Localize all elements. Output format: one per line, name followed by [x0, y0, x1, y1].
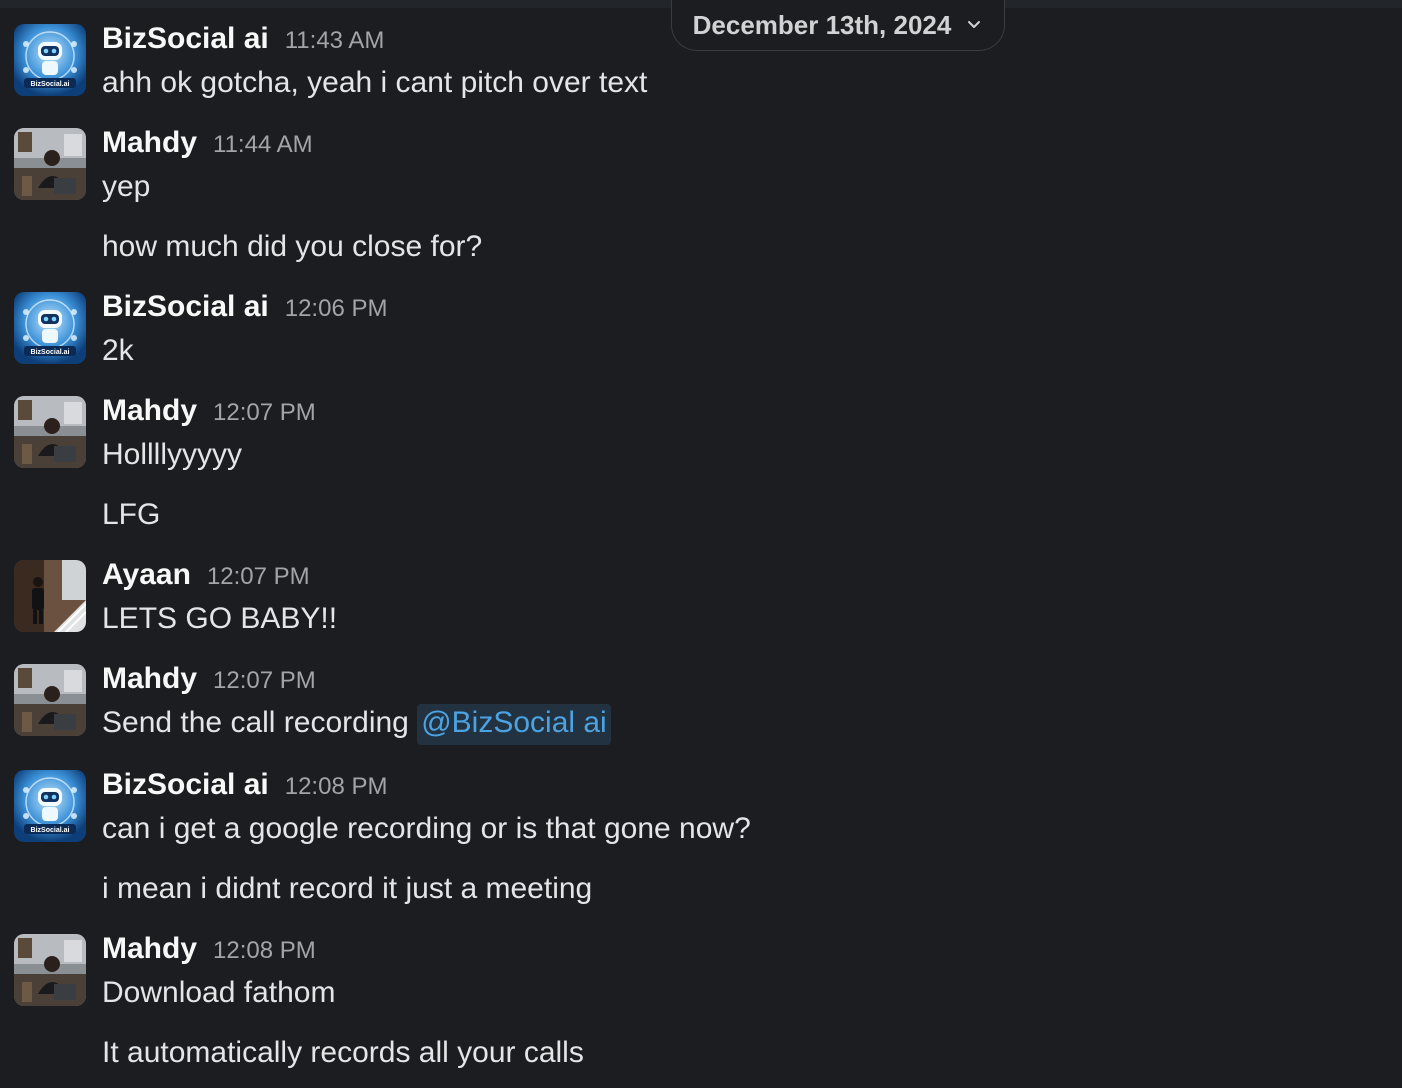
author-name[interactable]: BizSocial ai — [102, 22, 269, 56]
message-text: can i get a google recording or is that … — [102, 812, 751, 845]
timestamp[interactable]: 12:08 PM — [285, 773, 388, 801]
bizsocial-logo-text: BizSocial.ai — [31, 827, 70, 834]
timestamp[interactable]: 11:43 AM — [285, 27, 385, 55]
bizsocial-avatar[interactable]: BizSocial.ai — [14, 292, 86, 364]
bizsocial-avatar[interactable]: BizSocial.ai — [14, 24, 86, 96]
ayaan-avatar[interactable] — [14, 560, 86, 632]
message-header: BizSocial ai 12:06 PM — [102, 290, 387, 324]
message-header: Mahdy 11:44 AM — [102, 126, 313, 160]
message-header: Mahdy 12:07 PM — [102, 394, 316, 428]
timestamp[interactable]: 11:44 AM — [213, 131, 313, 159]
message-header: BizSocial ai 12:08 PM — [102, 768, 387, 802]
bizsocial-avatar[interactable]: BizSocial.ai — [14, 770, 86, 842]
mahdy-avatar[interactable] — [14, 664, 86, 736]
chevron-down-icon — [965, 16, 983, 34]
author-name[interactable]: Mahdy — [102, 394, 197, 428]
author-name[interactable]: Mahdy — [102, 932, 197, 966]
author-name[interactable]: Ayaan — [102, 558, 191, 592]
bizsocial-logo-text: BizSocial.ai — [31, 349, 70, 356]
timestamp[interactable]: 12:07 PM — [207, 563, 310, 591]
author-name[interactable]: Mahdy — [102, 126, 197, 160]
message-header: Mahdy 12:07 PM — [102, 662, 316, 696]
message-text: Download fathom — [102, 976, 336, 1009]
mahdy-avatar[interactable] — [14, 934, 86, 1006]
mahdy-avatar[interactable] — [14, 396, 86, 468]
message-text: Hollllyyyyy — [102, 438, 243, 471]
message-text: yep — [102, 170, 151, 203]
date-label: December 13th, 2024 — [692, 9, 952, 40]
date-divider-button[interactable]: December 13th, 2024 — [671, 0, 1005, 51]
message-text: Send the call recording @BizSocial ai — [102, 704, 611, 745]
message-text: It automatically records all your calls — [102, 1036, 584, 1069]
message-text: 2k — [102, 334, 134, 367]
author-name[interactable]: BizSocial ai — [102, 290, 269, 324]
timestamp[interactable]: 12:07 PM — [213, 399, 316, 427]
author-name[interactable]: Mahdy — [102, 662, 197, 696]
timestamp[interactable]: 12:06 PM — [285, 295, 388, 323]
message-text: i mean i didnt record it just a meeting — [102, 872, 593, 905]
message-text-part: Send the call recording — [102, 706, 418, 739]
message-header: Ayaan 12:07 PM — [102, 558, 310, 592]
user-mention[interactable]: @BizSocial ai — [417, 704, 611, 745]
message-text: LFG — [102, 498, 161, 531]
message-text: LETS GO BABY!! — [102, 602, 338, 635]
mahdy-avatar[interactable] — [14, 128, 86, 200]
timestamp[interactable]: 12:08 PM — [213, 937, 316, 965]
message-text: how much did you close for? — [102, 230, 483, 263]
timestamp[interactable]: 12:07 PM — [213, 667, 316, 695]
message-header: BizSocial ai 11:43 AM — [102, 22, 384, 56]
author-name[interactable]: BizSocial ai — [102, 768, 269, 802]
message-text: ahh ok gotcha, yeah i cant pitch over te… — [102, 66, 648, 99]
bizsocial-logo-text: BizSocial.ai — [31, 81, 70, 88]
message-header: Mahdy 12:08 PM — [102, 932, 316, 966]
